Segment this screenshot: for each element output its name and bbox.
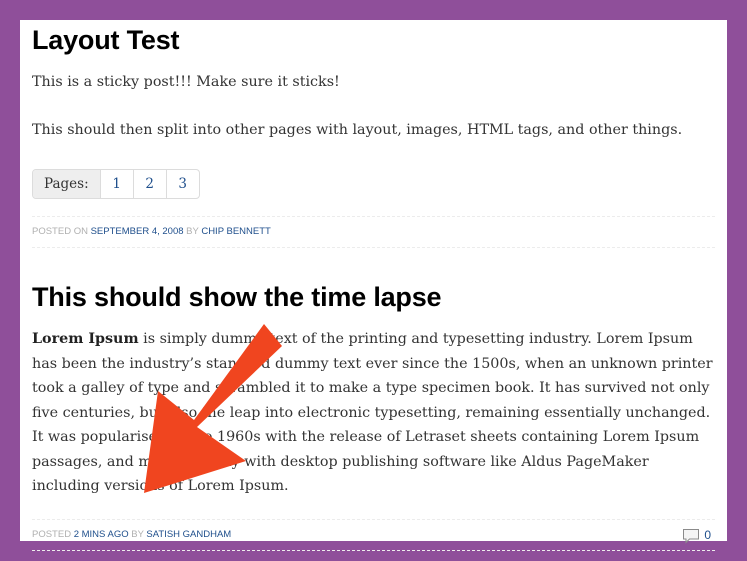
speech-bubble-icon xyxy=(683,528,700,544)
post-body-text: is simply dummy text of the printing and… xyxy=(32,331,713,494)
author-link[interactable]: Satish Gandham xyxy=(146,529,231,540)
page-link-3[interactable]: 3 xyxy=(167,170,199,198)
post-date-link[interactable]: September 4, 2008 xyxy=(91,226,184,237)
post-meta: Posted 2 mins ago by Satish Gandham 0 xyxy=(32,519,715,551)
post-body-bold: Lorem Ipsum xyxy=(32,331,139,347)
posted-on-label: Posted on xyxy=(32,226,88,237)
post-title[interactable]: This should show the time lapse xyxy=(32,282,442,313)
post-body: Lorem Ipsum is simply dummy text of the … xyxy=(32,327,715,499)
post-meta: Posted on September 4, 2008 by Chip Benn… xyxy=(32,216,715,248)
posted-label: Posted xyxy=(32,529,72,540)
page-link-2[interactable]: 2 xyxy=(134,170,167,198)
author-link[interactable]: Chip Bennett xyxy=(201,226,271,237)
pagination-label: Pages: xyxy=(33,170,101,198)
post-paragraph: This should then split into other pages … xyxy=(32,122,683,138)
comment-count: 0 xyxy=(704,528,711,542)
comments-link[interactable]: 0 xyxy=(682,520,711,550)
by-label: by xyxy=(186,226,199,237)
content-area: Layout Test This is a sticky post!!! Mak… xyxy=(20,20,727,551)
post-paragraph: This is a sticky post!!! Make sure it st… xyxy=(32,74,340,90)
post-time-link[interactable]: 2 mins ago xyxy=(74,529,129,540)
page-link-1[interactable]: 1 xyxy=(101,170,134,198)
by-label: by xyxy=(131,529,144,540)
pagination: Pages: 1 2 3 xyxy=(32,169,200,199)
post-title[interactable]: Layout Test xyxy=(32,25,180,56)
